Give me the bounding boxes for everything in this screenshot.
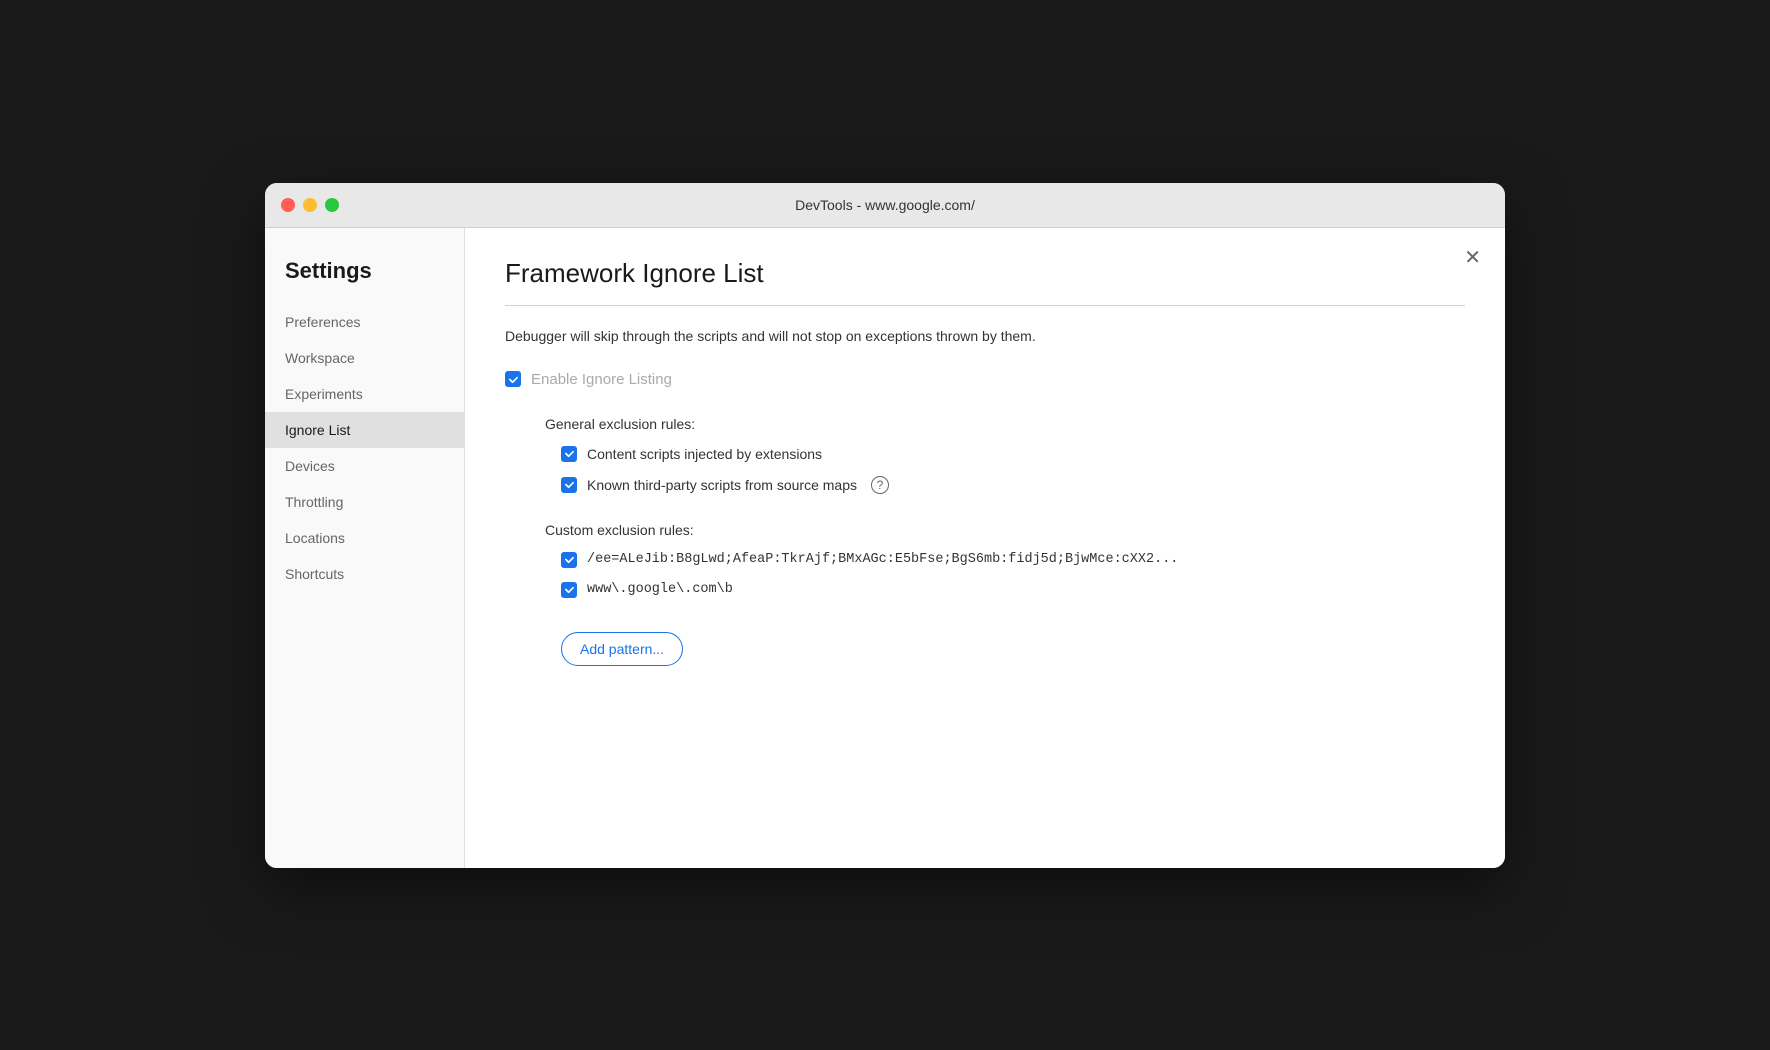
custom-section: Custom exclusion rules: /ee=ALeJib:B8gLw… [505, 522, 1465, 666]
close-button[interactable]: ✕ [1464, 248, 1481, 268]
page-title: Framework Ignore List [505, 258, 1465, 289]
devtools-window: DevTools - www.google.com/ Settings Pref… [265, 183, 1505, 868]
enable-ignore-listing-checkbox[interactable] [505, 371, 521, 387]
custom-section-label: Custom exclusion rules: [505, 522, 1465, 538]
maximize-traffic-light[interactable] [325, 198, 339, 212]
minimize-traffic-light[interactable] [303, 198, 317, 212]
third-party-scripts-checkbox[interactable] [561, 477, 577, 493]
sidebar: Settings Preferences Workspace Experimen… [265, 228, 465, 868]
custom-rule-2-checkbox[interactable] [561, 582, 577, 598]
traffic-lights [281, 198, 339, 212]
titlebar: DevTools - www.google.com/ [265, 183, 1505, 228]
sidebar-item-ignore-list[interactable]: Ignore List [265, 412, 464, 448]
content-scripts-label: Content scripts injected by extensions [587, 446, 822, 462]
custom-rule-1-row: /ee=ALeJib:B8gLwd;AfeaP:TkrAjf;BMxAGc:E5… [505, 552, 1465, 568]
sidebar-item-throttling[interactable]: Throttling [265, 484, 464, 520]
content-area: Settings Preferences Workspace Experimen… [265, 228, 1505, 868]
sidebar-item-shortcuts[interactable]: Shortcuts [265, 556, 464, 592]
sidebar-item-workspace[interactable]: Workspace [265, 340, 464, 376]
custom-rule-1-checkbox[interactable] [561, 552, 577, 568]
custom-rule-2-row: www\.google\.com\b [505, 582, 1465, 598]
sidebar-item-experiments[interactable]: Experiments [265, 376, 464, 412]
custom-rule-1-text: /ee=ALeJib:B8gLwd;AfeaP:TkrAjf;BMxAGc:E5… [587, 552, 1178, 567]
sidebar-item-locations[interactable]: Locations [265, 520, 464, 556]
general-rule-content-scripts: Content scripts injected by extensions [505, 446, 1465, 462]
sidebar-item-preferences[interactable]: Preferences [265, 304, 464, 340]
custom-rule-2-text: www\.google\.com\b [587, 582, 733, 597]
title-divider [505, 305, 1465, 306]
enable-ignore-listing-label: Enable Ignore Listing [531, 371, 672, 388]
add-pattern-button[interactable]: Add pattern... [561, 632, 683, 666]
help-icon[interactable]: ? [871, 476, 889, 494]
close-traffic-light[interactable] [281, 198, 295, 212]
sidebar-heading: Settings [265, 258, 464, 304]
general-section-label: General exclusion rules: [505, 416, 1465, 432]
general-rule-third-party: Known third-party scripts from source ma… [505, 476, 1465, 494]
description-text: Debugger will skip through the scripts a… [505, 326, 1465, 347]
sidebar-item-devices[interactable]: Devices [265, 448, 464, 484]
enable-ignore-listing-row: Enable Ignore Listing [505, 371, 1465, 388]
third-party-scripts-label: Known third-party scripts from source ma… [587, 477, 857, 493]
content-scripts-checkbox[interactable] [561, 446, 577, 462]
main-content: ✕ Framework Ignore List Debugger will sk… [465, 228, 1505, 868]
titlebar-title: DevTools - www.google.com/ [795, 197, 975, 213]
